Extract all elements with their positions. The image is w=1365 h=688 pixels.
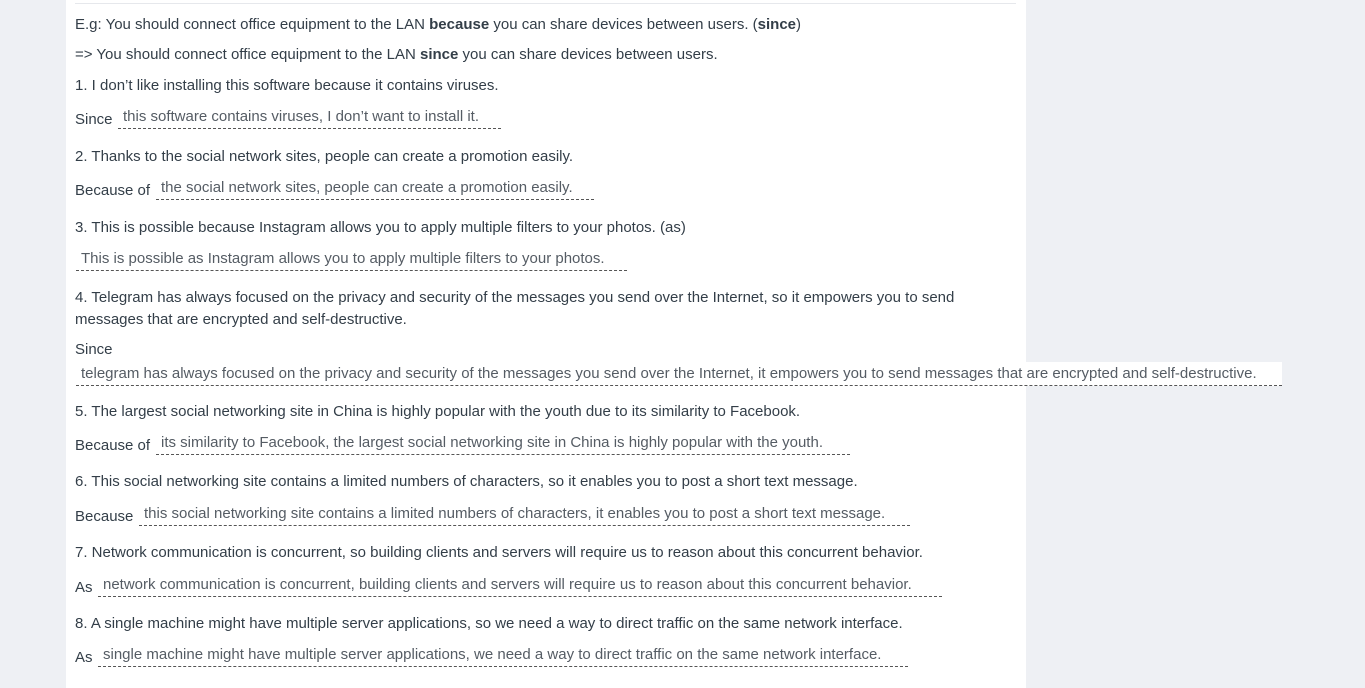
question-3-answer-input[interactable] xyxy=(76,247,627,271)
question-2-prompt: 2. Thanks to the social network sites, p… xyxy=(75,148,574,165)
question-4-prompt: 4. Telegram has always focused on the pr… xyxy=(75,289,955,328)
question-7-prompt: 7. Network communication is concurrent, … xyxy=(75,544,923,561)
example-answer-text-2: you can share devices between users. xyxy=(458,46,718,63)
example-prompt-text-2: you can share devices between users. ( xyxy=(489,16,758,33)
question-8-prompt: 8. A single machine might have multiple … xyxy=(75,615,903,632)
panel-divider xyxy=(75,3,1016,4)
question-4-answer-input[interactable] xyxy=(76,362,1282,386)
example-prompt-end: ) xyxy=(796,16,802,33)
question-6-answer-input[interactable] xyxy=(139,502,910,526)
question-2-prefix: Because of xyxy=(75,182,151,199)
question-5-prefix: Because of xyxy=(75,437,151,454)
question-6-prefix: Because xyxy=(75,508,134,525)
question-8-prefix: As xyxy=(75,649,93,666)
question-7-prefix: As xyxy=(75,579,93,596)
example-prompt: E.g: You should connect office equipment… xyxy=(75,14,801,36)
question-1-answer-input[interactable] xyxy=(118,105,501,129)
question-6-prompt: 6. This social networking site contains … xyxy=(75,473,858,490)
example-answer-bold: since xyxy=(419,46,459,63)
question-5-prompt: 5. The largest social networking site in… xyxy=(75,403,801,420)
question-5-answer-input[interactable] xyxy=(156,431,850,455)
example-answer: => You should connect office equipment t… xyxy=(75,44,718,66)
question-8-answer-input[interactable] xyxy=(98,643,908,667)
question-4-prefix: Since xyxy=(75,341,113,358)
example-prompt-bold: because xyxy=(429,16,490,33)
example-prompt-text: E.g: You should connect office equipment… xyxy=(75,16,430,33)
question-1-prefix: Since xyxy=(75,111,113,128)
question-7-answer-input[interactable] xyxy=(98,573,942,597)
example-hint: since xyxy=(757,16,797,33)
question-1-prompt: 1. I don’t like installing this software… xyxy=(75,77,499,94)
example-answer-text: => You should connect office equipment t… xyxy=(75,46,420,63)
question-2-answer-input[interactable] xyxy=(156,176,594,200)
question-3-prompt: 3. This is possible because Instagram al… xyxy=(75,219,686,236)
